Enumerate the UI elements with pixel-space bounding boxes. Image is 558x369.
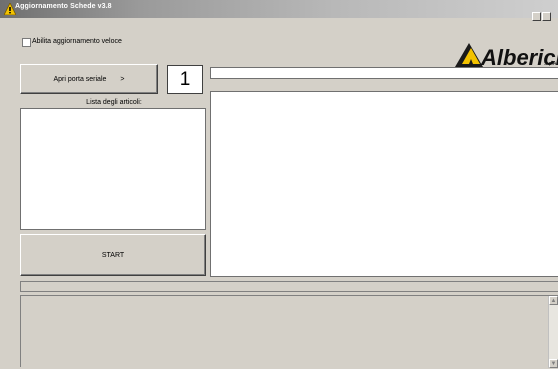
port-number-display: 1 (167, 65, 203, 94)
open-serial-port-label: Apri porta seriale (53, 75, 107, 83)
window-title: Aggiornamento Schede v3.8 (15, 3, 112, 10)
progress-bar (20, 281, 558, 292)
open-serial-port-button[interactable]: Apri porta seriale > (20, 64, 158, 94)
minimize-button[interactable] (532, 12, 541, 21)
maximize-button[interactable] (542, 12, 551, 21)
start-label: START (101, 251, 125, 259)
log-area[interactable]: ▲ ▼ (20, 295, 558, 368)
fast-update-label: Abilita aggiornamento veloce (32, 38, 122, 45)
scroll-up-icon[interactable]: ▲ (549, 296, 558, 305)
main-output-area[interactable] (210, 91, 558, 277)
articles-label: Lista degli articoli: (86, 99, 142, 106)
start-button[interactable]: START (20, 234, 206, 276)
articles-list[interactable] (20, 108, 206, 230)
log-scrollbar[interactable]: ▲ ▼ (548, 296, 558, 368)
top-text-field[interactable] (210, 67, 558, 79)
alberici-logo: Alberici S.p.A (455, 43, 558, 69)
title-bar: Aggiornamento Schede v3.8 (0, 0, 558, 18)
open-arrow: > (120, 75, 125, 83)
fast-update-checkbox[interactable] (22, 38, 31, 47)
